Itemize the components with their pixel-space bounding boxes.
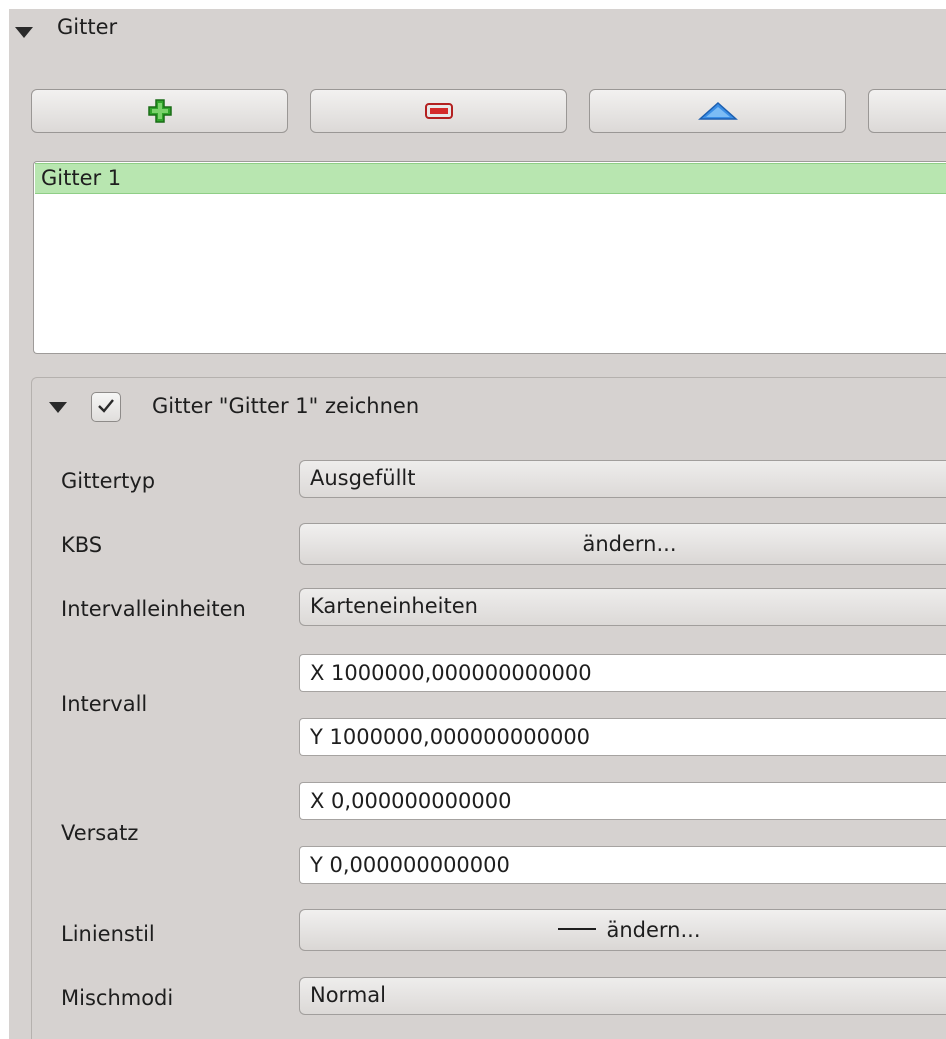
grid-type-label: Gittertyp (61, 469, 156, 493)
line-style-button[interactable]: ändern... (299, 909, 946, 951)
draw-grid-checkbox[interactable] (91, 392, 121, 422)
grid-settings-group: Gitter "Gitter 1" zeichnen Gittertyp Aus… (31, 377, 946, 1039)
arrow-up-blue-icon (697, 101, 738, 120)
crs-change-button[interactable]: ändern... (299, 523, 946, 565)
line-preview-icon (558, 928, 597, 930)
interval-units-label: Intervalleinheiten (61, 597, 246, 621)
offset-x-field[interactable]: X 0,000000000000 (299, 782, 946, 820)
grid-list[interactable]: Gitter 1 (33, 161, 946, 354)
interval-x-field[interactable]: X 1000000,000000000000 (299, 654, 946, 692)
line-style-button-label: ändern... (606, 918, 701, 942)
interval-label: Intervall (61, 692, 148, 716)
blend-mode-select[interactable]: Normal (299, 977, 946, 1015)
collapse-arrow-icon[interactable] (49, 402, 67, 413)
checkmark-icon (98, 399, 114, 413)
interval-units-select[interactable]: Karteneinheiten (299, 588, 946, 626)
list-item[interactable]: Gitter 1 (35, 163, 946, 194)
move-down-button[interactable] (868, 89, 946, 133)
minus-red-icon (424, 103, 453, 119)
grid-type-select[interactable]: Ausgefüllt (299, 460, 946, 498)
interval-y-field[interactable]: Y 1000000,000000000000 (299, 718, 946, 756)
move-up-button[interactable] (589, 89, 846, 133)
blend-mode-label: Mischmodi (61, 986, 174, 1010)
plus-green-icon (147, 99, 172, 123)
offset-y-field[interactable]: Y 0,000000000000 (299, 846, 946, 884)
panel: Gitter Gitter 1 Gitter "Gitter 1" zeichn… (9, 9, 946, 1039)
offset-label: Versatz (61, 821, 139, 845)
collapse-arrow-icon[interactable] (15, 27, 33, 38)
remove-grid-button[interactable] (310, 89, 567, 133)
section-header-gitter[interactable]: Gitter (9, 9, 946, 49)
crs-label: KBS (61, 533, 103, 557)
line-style-label: Linienstil (61, 922, 155, 946)
settings-title: Gitter "Gitter 1" zeichnen (152, 394, 420, 418)
section-title: Gitter (57, 15, 118, 39)
add-grid-button[interactable] (31, 89, 288, 133)
